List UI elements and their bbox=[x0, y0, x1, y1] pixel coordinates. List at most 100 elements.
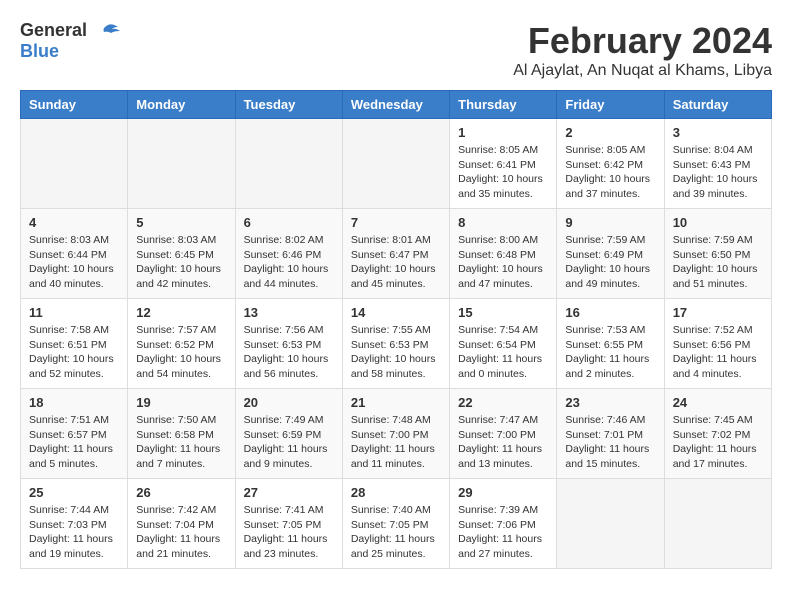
day-info: Sunrise: 7:39 AM Sunset: 7:06 PM Dayligh… bbox=[458, 503, 548, 562]
day-info: Sunrise: 7:41 AM Sunset: 7:05 PM Dayligh… bbox=[244, 503, 334, 562]
day-cell: 18 Sunrise: 7:51 AM Sunset: 6:57 PM Dayli… bbox=[21, 389, 128, 479]
week-row-2: 4 Sunrise: 8:03 AM Sunset: 6:44 PM Daylig… bbox=[21, 209, 772, 299]
day-info: Sunrise: 7:59 AM Sunset: 6:50 PM Dayligh… bbox=[673, 233, 763, 292]
day-cell: 14 Sunrise: 7:55 AM Sunset: 6:53 PM Dayli… bbox=[342, 299, 449, 389]
day-cell: 3 Sunrise: 8:04 AM Sunset: 6:43 PM Daylig… bbox=[664, 119, 771, 209]
day-cell: 9 Sunrise: 7:59 AM Sunset: 6:49 PM Daylig… bbox=[557, 209, 664, 299]
day-number: 25 bbox=[29, 485, 119, 500]
day-cell: 6 Sunrise: 8:02 AM Sunset: 6:46 PM Daylig… bbox=[235, 209, 342, 299]
week-row-4: 18 Sunrise: 7:51 AM Sunset: 6:57 PM Dayli… bbox=[21, 389, 772, 479]
day-number: 17 bbox=[673, 305, 763, 320]
logo-blue-text: Blue bbox=[20, 41, 59, 61]
day-number: 7 bbox=[351, 215, 441, 230]
day-cell: 29 Sunrise: 7:39 AM Sunset: 7:06 PM Dayli… bbox=[450, 479, 557, 569]
day-cell: 27 Sunrise: 7:41 AM Sunset: 7:05 PM Dayli… bbox=[235, 479, 342, 569]
weekday-header-row: SundayMondayTuesdayWednesdayThursdayFrid… bbox=[21, 91, 772, 119]
day-number: 8 bbox=[458, 215, 548, 230]
weekday-header-thursday: Thursday bbox=[450, 91, 557, 119]
day-number: 20 bbox=[244, 395, 334, 410]
day-number: 5 bbox=[136, 215, 226, 230]
day-number: 11 bbox=[29, 305, 119, 320]
day-cell: 26 Sunrise: 7:42 AM Sunset: 7:04 PM Dayli… bbox=[128, 479, 235, 569]
day-cell: 15 Sunrise: 7:54 AM Sunset: 6:54 PM Dayli… bbox=[450, 299, 557, 389]
day-info: Sunrise: 7:57 AM Sunset: 6:52 PM Dayligh… bbox=[136, 323, 226, 382]
day-number: 4 bbox=[29, 215, 119, 230]
day-info: Sunrise: 8:04 AM Sunset: 6:43 PM Dayligh… bbox=[673, 143, 763, 202]
day-cell: 28 Sunrise: 7:40 AM Sunset: 7:05 PM Dayli… bbox=[342, 479, 449, 569]
day-info: Sunrise: 8:03 AM Sunset: 6:45 PM Dayligh… bbox=[136, 233, 226, 292]
day-cell: 10Sunrise: 7:59 AM Sunset: 6:50 PM Dayli… bbox=[664, 209, 771, 299]
day-number: 3 bbox=[673, 125, 763, 140]
day-info: Sunrise: 7:40 AM Sunset: 7:05 PM Dayligh… bbox=[351, 503, 441, 562]
day-info: Sunrise: 7:56 AM Sunset: 6:53 PM Dayligh… bbox=[244, 323, 334, 382]
day-number: 12 bbox=[136, 305, 226, 320]
day-number: 9 bbox=[565, 215, 655, 230]
day-cell: 23 Sunrise: 7:46 AM Sunset: 7:01 PM Dayli… bbox=[557, 389, 664, 479]
day-info: Sunrise: 7:59 AM Sunset: 6:49 PM Dayligh… bbox=[565, 233, 655, 292]
day-cell bbox=[664, 479, 771, 569]
day-info: Sunrise: 7:54 AM Sunset: 6:54 PM Dayligh… bbox=[458, 323, 548, 382]
day-cell bbox=[342, 119, 449, 209]
day-number: 29 bbox=[458, 485, 548, 500]
title-area: February 2024 Al Ajaylat, An Nuqat al Kh… bbox=[513, 20, 772, 80]
weekday-header-wednesday: Wednesday bbox=[342, 91, 449, 119]
day-cell: 11 Sunrise: 7:58 AM Sunset: 6:51 PM Dayli… bbox=[21, 299, 128, 389]
day-cell: 13 Sunrise: 7:56 AM Sunset: 6:53 PM Dayli… bbox=[235, 299, 342, 389]
day-info: Sunrise: 7:52 AM Sunset: 6:56 PM Dayligh… bbox=[673, 323, 763, 382]
day-cell bbox=[235, 119, 342, 209]
day-cell: 25 Sunrise: 7:44 AM Sunset: 7:03 PM Dayli… bbox=[21, 479, 128, 569]
day-cell: 17 Sunrise: 7:52 AM Sunset: 6:56 PM Dayli… bbox=[664, 299, 771, 389]
day-number: 26 bbox=[136, 485, 226, 500]
day-cell: 21 Sunrise: 7:48 AM Sunset: 7:00 PM Dayli… bbox=[342, 389, 449, 479]
weekday-header-friday: Friday bbox=[557, 91, 664, 119]
day-info: Sunrise: 7:53 AM Sunset: 6:55 PM Dayligh… bbox=[565, 323, 655, 382]
day-cell bbox=[21, 119, 128, 209]
day-cell: 12 Sunrise: 7:57 AM Sunset: 6:52 PM Dayli… bbox=[128, 299, 235, 389]
day-cell bbox=[128, 119, 235, 209]
weekday-header-sunday: Sunday bbox=[21, 91, 128, 119]
weekday-header-tuesday: Tuesday bbox=[235, 91, 342, 119]
day-number: 2 bbox=[565, 125, 655, 140]
month-title: February 2024 bbox=[513, 20, 772, 62]
day-cell: 16 Sunrise: 7:53 AM Sunset: 6:55 PM Dayli… bbox=[557, 299, 664, 389]
day-info: Sunrise: 8:00 AM Sunset: 6:48 PM Dayligh… bbox=[458, 233, 548, 292]
day-number: 19 bbox=[136, 395, 226, 410]
day-cell: 20 Sunrise: 7:49 AM Sunset: 6:59 PM Dayli… bbox=[235, 389, 342, 479]
day-number: 15 bbox=[458, 305, 548, 320]
weekday-header-saturday: Saturday bbox=[664, 91, 771, 119]
day-number: 6 bbox=[244, 215, 334, 230]
day-cell: 1Sunrise: 8:05 AM Sunset: 6:41 PM Daylig… bbox=[450, 119, 557, 209]
day-number: 13 bbox=[244, 305, 334, 320]
weekday-header-monday: Monday bbox=[128, 91, 235, 119]
day-info: Sunrise: 7:48 AM Sunset: 7:00 PM Dayligh… bbox=[351, 413, 441, 472]
location-subtitle: Al Ajaylat, An Nuqat al Khams, Libya bbox=[513, 62, 772, 80]
day-number: 28 bbox=[351, 485, 441, 500]
logo-general-text: General bbox=[20, 20, 122, 41]
day-number: 18 bbox=[29, 395, 119, 410]
day-cell: 5 Sunrise: 8:03 AM Sunset: 6:45 PM Daylig… bbox=[128, 209, 235, 299]
day-info: Sunrise: 7:55 AM Sunset: 6:53 PM Dayligh… bbox=[351, 323, 441, 382]
day-info: Sunrise: 8:03 AM Sunset: 6:44 PM Dayligh… bbox=[29, 233, 119, 292]
day-number: 16 bbox=[565, 305, 655, 320]
day-number: 14 bbox=[351, 305, 441, 320]
day-info: Sunrise: 8:02 AM Sunset: 6:46 PM Dayligh… bbox=[244, 233, 334, 292]
calendar: SundayMondayTuesdayWednesdayThursdayFrid… bbox=[20, 90, 772, 569]
day-number: 21 bbox=[351, 395, 441, 410]
day-info: Sunrise: 8:05 AM Sunset: 6:42 PM Dayligh… bbox=[565, 143, 655, 202]
day-info: Sunrise: 7:42 AM Sunset: 7:04 PM Dayligh… bbox=[136, 503, 226, 562]
day-info: Sunrise: 7:58 AM Sunset: 6:51 PM Dayligh… bbox=[29, 323, 119, 382]
day-cell: 22Sunrise: 7:47 AM Sunset: 7:00 PM Dayli… bbox=[450, 389, 557, 479]
day-info: Sunrise: 8:05 AM Sunset: 6:41 PM Dayligh… bbox=[458, 143, 548, 202]
logo: General Blue bbox=[20, 20, 122, 62]
day-info: Sunrise: 7:45 AM Sunset: 7:02 PM Dayligh… bbox=[673, 413, 763, 472]
day-info: Sunrise: 7:47 AM Sunset: 7:00 PM Dayligh… bbox=[458, 413, 548, 472]
day-number: 23 bbox=[565, 395, 655, 410]
week-row-5: 25 Sunrise: 7:44 AM Sunset: 7:03 PM Dayli… bbox=[21, 479, 772, 569]
day-info: Sunrise: 7:49 AM Sunset: 6:59 PM Dayligh… bbox=[244, 413, 334, 472]
day-info: Sunrise: 7:44 AM Sunset: 7:03 PM Dayligh… bbox=[29, 503, 119, 562]
day-info: Sunrise: 7:46 AM Sunset: 7:01 PM Dayligh… bbox=[565, 413, 655, 472]
day-cell: 19 Sunrise: 7:50 AM Sunset: 6:58 PM Dayli… bbox=[128, 389, 235, 479]
day-info: Sunrise: 7:51 AM Sunset: 6:57 PM Dayligh… bbox=[29, 413, 119, 472]
day-info: Sunrise: 7:50 AM Sunset: 6:58 PM Dayligh… bbox=[136, 413, 226, 472]
day-number: 27 bbox=[244, 485, 334, 500]
